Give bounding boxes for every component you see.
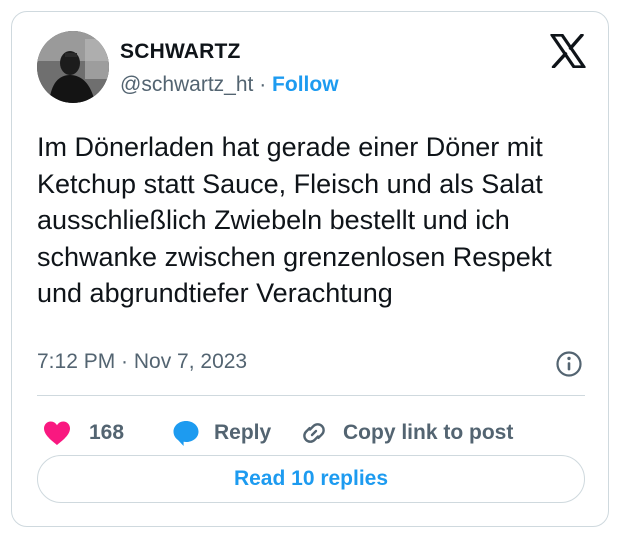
avatar[interactable] bbox=[37, 31, 109, 103]
tweet-text: Im Dönerladen hat gerade einer Döner mit… bbox=[37, 132, 552, 308]
info-icon[interactable] bbox=[555, 350, 583, 378]
copy-link-label: Copy link to post bbox=[343, 421, 514, 444]
copy-link-button[interactable]: Copy link to post bbox=[299, 416, 513, 450]
reply-button[interactable]: Reply bbox=[172, 416, 271, 450]
tweet-card: SCHWARTZ @schwartz_ht · Follow Im Dönerl… bbox=[11, 11, 609, 527]
divider bbox=[37, 395, 585, 396]
speech-bubble-icon bbox=[173, 421, 199, 446]
x-logo-icon[interactable] bbox=[550, 34, 586, 68]
heart-icon bbox=[44, 421, 70, 445]
handle[interactable]: @schwartz_ht bbox=[120, 73, 253, 96]
action-bar: 168 Reply Copy link to post bbox=[37, 416, 597, 450]
like-button[interactable]: 168 bbox=[43, 416, 124, 450]
link-icon bbox=[303, 423, 325, 443]
display-name[interactable]: SCHWARTZ bbox=[120, 40, 241, 64]
separator: · bbox=[253, 73, 273, 96]
like-count: 168 bbox=[89, 421, 125, 444]
reply-label: Reply bbox=[214, 421, 272, 444]
follow-button[interactable]: Follow bbox=[272, 73, 339, 96]
handle-row: @schwartz_ht · Follow bbox=[120, 73, 339, 97]
read-replies-button[interactable]: Read 10 replies bbox=[37, 455, 585, 503]
timestamp[interactable]: 7:12 PM · Nov 7, 2023 bbox=[37, 350, 247, 374]
user-photo-icon bbox=[37, 31, 109, 103]
